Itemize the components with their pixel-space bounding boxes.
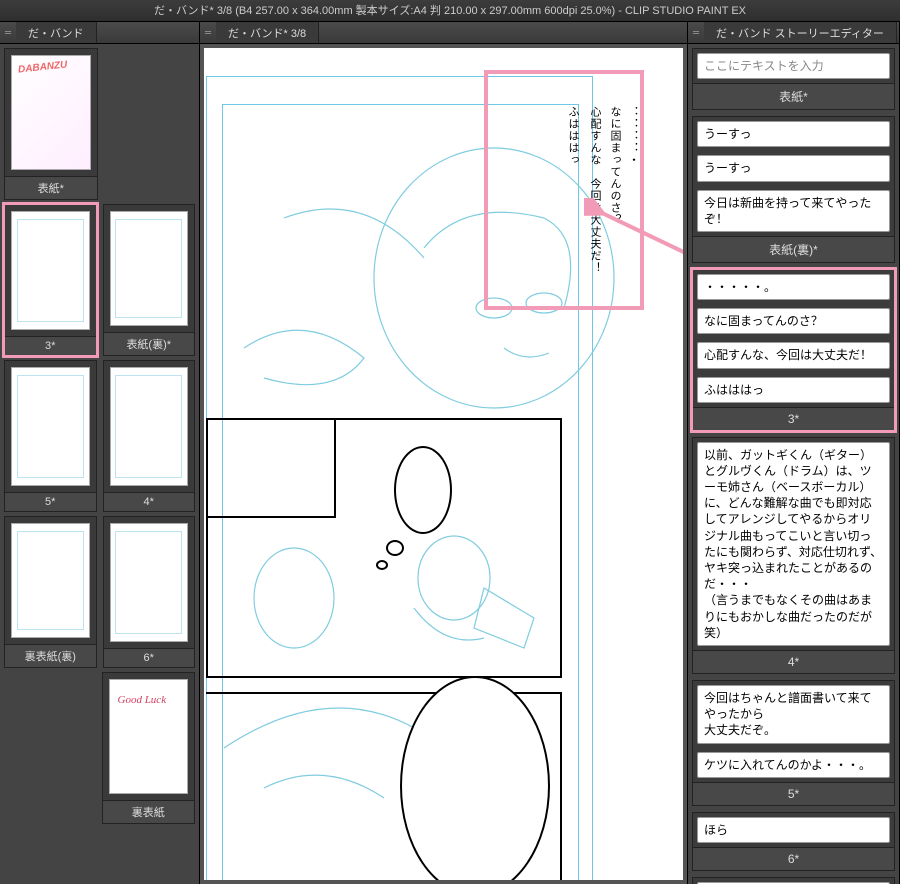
canvas-tab[interactable]: だ・バンド* 3/8: [216, 22, 319, 43]
page-thumbnail[interactable]: 表紙(裏)*: [103, 204, 196, 356]
story-text-input[interactable]: ・・・・・。: [697, 274, 890, 300]
page-manager-panel: だ・バンド 表紙* 3* 表紙(裏)* 5* 4* 裏表紙(裏) 6* 裏表紙: [0, 22, 200, 884]
story-text-input[interactable]: ここにテキストを入力: [697, 53, 890, 79]
page-thumbnail[interactable]: 4*: [103, 360, 196, 512]
page-thumbnail[interactable]: 裏表紙(裏): [4, 516, 97, 668]
story-text-input[interactable]: 今回はちゃんと譜面書いて来てやったから 大丈夫だぞ。: [697, 685, 890, 744]
thumbnail-image: [110, 367, 189, 486]
story-page-group[interactable]: ここにテキストを入力裏表紙(裏): [692, 877, 895, 884]
speech-bubble: [394, 446, 452, 534]
thought-dot: [376, 560, 388, 570]
story-text-input[interactable]: ふはははっ: [697, 377, 890, 403]
story-page-group[interactable]: 今回はちゃんと譜面書いて来てやったから 大丈夫だぞ。ケツに入れてんのかよ・・・。…: [692, 680, 895, 806]
story-text-input[interactable]: ケツに入れてんのかよ・・・。: [697, 752, 890, 778]
story-text-input[interactable]: ほら: [697, 817, 890, 843]
thumbnail-label: 5*: [5, 492, 96, 511]
story-page-label: 5*: [693, 782, 894, 805]
story-page-group[interactable]: うーすっうーすっ今日は新曲を持って来てやったぞ！表紙(裏)*: [692, 116, 895, 263]
page-thumbnails-body: 表紙* 3* 表紙(裏)* 5* 4* 裏表紙(裏) 6* 裏表紙: [0, 44, 199, 884]
drag-handle-icon[interactable]: [202, 31, 214, 34]
story-text-input[interactable]: 今日は新曲を持って来てやったぞ！: [697, 190, 890, 232]
canvas-header[interactable]: だ・バンド* 3/8: [200, 22, 687, 44]
page-manager-tab[interactable]: だ・バンド: [16, 22, 97, 43]
story-editor-panel: だ・バンド ストーリーエディター ここにテキストを入力表紙*うーすっうーすっ今日…: [688, 22, 900, 884]
story-text-input[interactable]: 以前、ガットギくん（ギター）とグルヴくん（ドラム）は、ツーモ姉さん（ベースボーカ…: [697, 442, 890, 646]
story-text-input[interactable]: なに固まってんのさ？: [697, 308, 890, 334]
canvas[interactable]: ：：：：・ なに固まってんのさ？ 心配すんな 今回は大丈夫だ！ ふはははっ: [204, 48, 683, 880]
thumbnail-image: [110, 211, 189, 326]
canvas-body: ：：：：・ なに固まってんのさ？ 心配すんな 今回は大丈夫だ！ ふはははっ: [200, 44, 687, 884]
story-page-label: 6*: [693, 847, 894, 870]
thumbnail-label: 表紙(裏)*: [104, 332, 195, 355]
story-text-input[interactable]: うーすっ: [697, 155, 890, 181]
story-page-group[interactable]: ほら 6*: [692, 812, 895, 871]
canvas-panel: だ・バンド* 3/8 ：：：：・ なに固まってんのさ？ 心配すんな 今回は大丈夫…: [200, 22, 688, 884]
window-titlebar: だ・バンド* 3/8 (B4 257.00 x 364.00mm 製本サイズ:A…: [0, 0, 900, 22]
story-editor-tab[interactable]: だ・バンド ストーリーエディター: [704, 22, 897, 43]
page-thumbnail[interactable]: 3*: [4, 204, 97, 356]
thumbnail-image: [110, 523, 189, 642]
story-page-label: 3*: [693, 407, 894, 430]
drag-handle-icon[interactable]: [690, 31, 702, 34]
thumbnail-image: [11, 55, 91, 170]
page-thumbnail[interactable]: 5*: [4, 360, 97, 512]
thumbnail-label: 6*: [104, 648, 195, 667]
page-thumbnail[interactable]: 6*: [103, 516, 196, 668]
thought-dot: [386, 540, 404, 556]
thumbnail-image: [11, 211, 90, 330]
thumbnail-image: [11, 367, 90, 486]
workspace-columns: だ・バンド 表紙* 3* 表紙(裏)* 5* 4* 裏表紙(裏) 6* 裏表紙 だ・バンド* …: [0, 22, 900, 884]
thumbnail-image: [11, 523, 90, 638]
thumbnail-label: 4*: [104, 492, 195, 511]
page-thumbnail[interactable]: 裏表紙: [102, 672, 196, 824]
page-thumbnail[interactable]: 表紙*: [4, 48, 98, 200]
story-page-group[interactable]: ・・・・・。なに固まってんのさ？ 心配すんな、今回は大丈夫だ！ ふはははっ 3*: [692, 269, 895, 431]
thumbnail-label: 表紙*: [5, 176, 97, 199]
story-page-group[interactable]: ここにテキストを入力表紙*: [692, 48, 895, 110]
story-text-input[interactable]: 心配すんな、今回は大丈夫だ！: [697, 342, 890, 368]
speech-bubble: [400, 676, 550, 880]
story-page-group[interactable]: 以前、ガットギくん（ギター）とグルヴくん（ドラム）は、ツーモ姉さん（ベースボーカ…: [692, 437, 895, 674]
story-text-input[interactable]: うーすっ: [697, 121, 890, 147]
story-page-label: 4*: [693, 650, 894, 673]
story-page-label: 表紙(裏)*: [693, 236, 894, 262]
drag-handle-icon[interactable]: [2, 31, 14, 34]
story-editor-header[interactable]: だ・バンド ストーリーエディター: [688, 22, 899, 44]
thumbnail-label: 3*: [5, 336, 96, 355]
thumbnail-label: 裏表紙: [103, 800, 195, 823]
story-editor-body: ここにテキストを入力表紙*うーすっうーすっ今日は新曲を持って来てやったぞ！表紙(…: [688, 44, 899, 884]
page-manager-header[interactable]: だ・バンド: [0, 22, 199, 44]
thumbnail-image: [109, 679, 189, 794]
thumbnail-label: 裏表紙(裏): [5, 644, 96, 667]
story-page-label: 表紙*: [693, 83, 894, 109]
